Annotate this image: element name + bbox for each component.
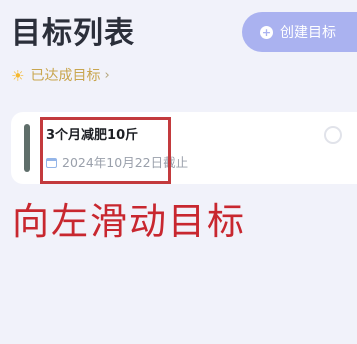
plus-icon: + xyxy=(260,25,273,39)
complete-checkbox[interactable] xyxy=(324,126,342,144)
achieved-goals-label: 已达成目标 xyxy=(30,68,101,84)
chevron-right-icon: › xyxy=(104,68,110,83)
create-goal-label: 创建目标 xyxy=(280,25,336,41)
achieved-goals-link[interactable]: ☀ 已达成目标 › xyxy=(11,66,110,86)
create-goal-button[interactable]: + 创建目标 xyxy=(242,12,357,52)
highlight-box xyxy=(40,117,171,184)
swipe-instruction: 向左滑动目标 xyxy=(12,200,246,243)
sun-icon: ☀ xyxy=(11,67,25,85)
page-title: 目标列表 xyxy=(11,16,135,51)
goal-color-bar xyxy=(24,124,30,172)
